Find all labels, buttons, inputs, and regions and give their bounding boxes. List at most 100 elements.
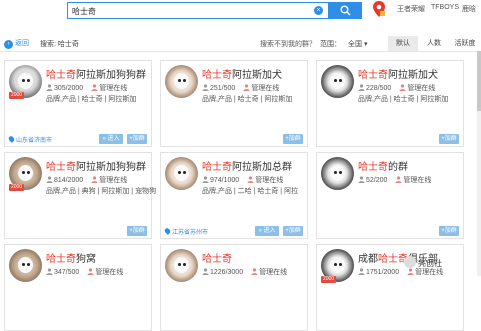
group-title[interactable]: 哈士奇阿拉斯加犬 [358, 66, 438, 81]
members-icon [202, 176, 209, 183]
dog-face-icon [330, 165, 345, 181]
group-card[interactable]: 哈士奇的群 52/200 管理在线 +加群 [316, 152, 464, 239]
join-group-button[interactable]: +加群 [283, 226, 303, 236]
enter-group-button[interactable]: » 进入 [255, 226, 279, 236]
manager-status: 管理在线 [403, 177, 432, 184]
join-group-button[interactable]: +加群 [127, 134, 147, 144]
manager-icon [395, 176, 402, 183]
group-title[interactable]: 哈士奇的群 [358, 158, 408, 173]
group-card[interactable]: 哈士奇阿拉斯加总群 974/1000 管理在线 品牌,产品 | 二哈 | 哈士奇 | … [160, 152, 308, 239]
group-title-highlight: 哈士奇 [202, 162, 232, 173]
manager-status: 管理在线 [251, 85, 280, 92]
members-icon [46, 176, 53, 183]
group-avatar[interactable] [321, 157, 354, 190]
eye-icon [27, 79, 30, 82]
group-title-highlight: 哈士奇 [202, 254, 232, 265]
eye-icon [178, 79, 181, 82]
location-pin-icon [7, 135, 16, 143]
search-icon [340, 5, 351, 16]
tab-activity[interactable]: 活跃度 [450, 36, 480, 51]
watermark-logo-icon [404, 256, 416, 268]
clear-search-icon[interactable]: × [314, 6, 323, 15]
group-card[interactable]: 哈士奇阿拉斯加犬 251/500 管理在线 品牌,产品 | 哈士奇 | 阿拉斯加 +加群 [160, 60, 308, 147]
member-count: 251/500 [210, 85, 236, 92]
group-title[interactable]: 哈士奇 [202, 250, 232, 265]
join-group-button[interactable]: +加群 [127, 226, 147, 236]
group-avatar[interactable] [165, 157, 198, 190]
group-card[interactable]: 2000 哈士奇阿拉斯加狗狗群 305/2000 管理在线 品牌,产品 | 哈士奇 | … [4, 60, 152, 147]
tab-default[interactable]: 默认 [388, 36, 418, 51]
not-found-link[interactable]: 搜索不到我的群？ [260, 39, 316, 49]
member-count: 52/200 [366, 177, 388, 184]
group-title-prefix: 成都 [358, 254, 378, 265]
eye-icon [178, 263, 181, 266]
group-card[interactable]: 哈士奇 1226/3000 管理在线 [160, 244, 308, 331]
group-meta: 974/1000 管理在线 [202, 175, 283, 185]
members-icon [358, 268, 365, 275]
eye-icon [339, 171, 342, 174]
group-title[interactable]: 哈士奇阿拉斯加犬 [202, 66, 282, 81]
filter-bar: ‹ 返回 搜索: 哈士奇 搜索不到我的群？ 范围： 全国 ▾ 默认 人数 活跃度 [0, 36, 481, 52]
top-link-tfboys[interactable]: TFBOYS [431, 4, 459, 11]
group-tags: 品牌,产品 | 典狗 | 阿拉斯加 | 宠物狗 [46, 188, 157, 195]
scrollbar[interactable] [477, 51, 481, 276]
group-title-rest: 阿拉斯加犬 [232, 70, 282, 81]
eye-icon [22, 263, 25, 266]
group-avatar[interactable] [9, 249, 42, 282]
dog-face-icon [174, 73, 189, 89]
enter-group-button[interactable]: » 进入 [99, 134, 123, 144]
group-title-rest: 阿拉斯加狗狗群 [76, 70, 146, 81]
eye-icon [339, 263, 342, 266]
map-pin-icon[interactable] [372, 0, 386, 18]
members-icon [46, 84, 53, 91]
range-select[interactable]: 全国 ▾ [348, 39, 367, 49]
group-avatar[interactable] [165, 249, 198, 282]
members-icon [358, 176, 365, 183]
eye-icon [334, 263, 337, 266]
year-badge: 2000 [9, 184, 25, 191]
dog-face-icon [18, 257, 33, 273]
location-pin-icon [163, 227, 172, 235]
join-group-button[interactable]: +加群 [283, 134, 303, 144]
members-icon [202, 268, 209, 275]
group-title-rest: 的群 [388, 162, 408, 173]
manager-icon [91, 176, 98, 183]
group-title[interactable]: 哈士奇阿拉斯加总群 [202, 158, 292, 173]
top-link-luhan[interactable]: 鹿晗 [462, 4, 476, 14]
card-footer [5, 317, 151, 330]
join-group-button[interactable]: +加群 [439, 226, 459, 236]
range-value: 全国 [348, 41, 362, 48]
eye-icon [27, 263, 30, 266]
group-avatar[interactable] [165, 65, 198, 98]
eye-icon [183, 263, 186, 266]
card-footer: +加群 [5, 225, 151, 238]
manager-status: 管理在线 [95, 269, 124, 276]
search-button[interactable] [329, 2, 362, 19]
member-count: 1751/2000 [366, 269, 400, 276]
scroll-thumb[interactable] [477, 51, 481, 111]
search-input[interactable] [72, 5, 302, 17]
group-title[interactable]: 哈士奇阿拉斯加狗狗群 [46, 158, 146, 173]
location-text: 江苏省苏州市 [172, 230, 209, 236]
group-title-highlight: 哈士奇 [358, 70, 388, 81]
dog-face-icon [330, 257, 345, 273]
group-avatar[interactable] [321, 65, 354, 98]
eye-icon [334, 79, 337, 82]
members-icon [46, 268, 53, 275]
top-link-wangzhe[interactable]: 王者荣耀 [397, 4, 425, 14]
join-group-button[interactable]: +加群 [439, 134, 459, 144]
tab-members[interactable]: 人数 [420, 36, 448, 51]
back-button[interactable]: ‹ 返回 [4, 38, 29, 49]
group-title[interactable]: 哈士奇阿拉斯加狗狗群 [46, 66, 146, 81]
group-card[interactable]: 哈士奇狗窝 347/500 管理在线 [4, 244, 152, 331]
manager-status: 管理在线 [407, 85, 436, 92]
group-card[interactable]: 哈士奇阿拉斯加犬 228/500 管理在线 品牌,产品 | 哈士奇 | 阿拉斯加 +加群 [316, 60, 464, 147]
search-box: × [67, 2, 329, 19]
eye-icon [183, 171, 186, 174]
group-card[interactable]: 2000 哈士奇阿拉斯加狗狗群 814/2000 管理在线 品牌,产品 | 典狗 | 阿… [4, 152, 156, 239]
group-title[interactable]: 哈士奇狗窝 [46, 250, 96, 265]
group-title-rest: 阿拉斯加犬 [388, 70, 438, 81]
eye-icon [22, 79, 25, 82]
card-footer: 山东省济南市 » 进入 +加群 [5, 133, 151, 146]
eye-icon [183, 79, 186, 82]
